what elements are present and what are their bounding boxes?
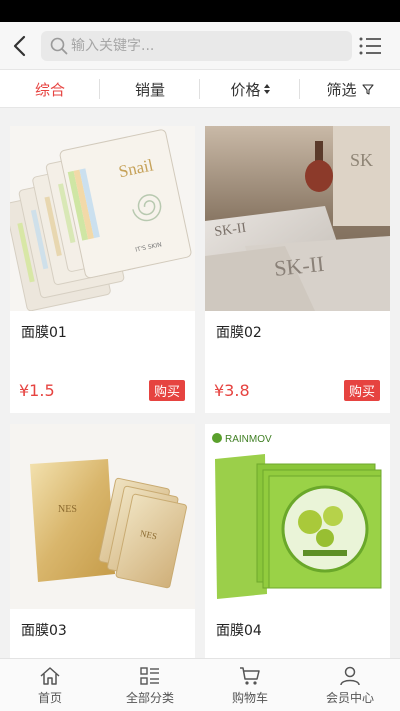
buy-button[interactable]: 购买 [344,380,380,401]
tab-home[interactable]: 首页 [0,659,100,711]
header [0,22,400,70]
bottom-tabbar: 首页 全部分类 购物车 会员中心 [0,658,400,711]
tab-member[interactable]: 会员中心 [300,659,400,711]
tab-label: 会员中心 [325,691,374,705]
svg-text:SK-II: SK-II [273,251,325,281]
filter-icon [361,84,374,95]
tab-cart[interactable]: 购物车 [200,659,300,711]
product-image[interactable]: Snail IT'S SKIN [10,126,195,311]
product-name: 面膜03 [21,623,67,639]
search-box[interactable] [41,31,352,61]
svg-text:RAINMOV: RAINMOV [225,434,272,445]
tab-label: 购物车 [231,691,268,705]
product-card[interactable]: SK SK-II SK-II 面膜02 ¥3.8 购买 [205,126,390,413]
product-card[interactable]: NES NES 面膜03 [10,424,195,658]
product-price: ¥1.5 [19,381,55,400]
status-bar [0,0,400,22]
cart-icon [240,667,260,685]
sort-tab-label: 筛选 [326,80,357,99]
sort-tab-filter[interactable]: 筛选 [300,70,400,108]
product-card[interactable]: RAINMOV 面膜04 [205,424,390,658]
user-icon [340,666,360,686]
sort-tab-label: 销量 [134,80,165,99]
sort-tab-comprehensive[interactable]: 综合 [0,70,100,108]
search-icon [50,37,68,55]
sort-arrows-icon [263,84,270,94]
list-menu-icon [359,37,381,55]
tab-label: 首页 [37,691,62,705]
sort-bar: 综合 销量 价格 筛选 [0,70,400,108]
product-image[interactable]: SK SK-II SK-II [205,126,390,311]
product-name: 面膜02 [216,325,262,341]
product-price: ¥3.8 [214,381,250,400]
back-arrow-icon [13,35,26,57]
product-name: 面膜04 [216,623,262,639]
buy-button[interactable]: 购买 [149,380,185,401]
menu-button[interactable] [358,34,384,58]
tab-label: 全部分类 [125,691,174,705]
sort-tab-label: 综合 [34,80,65,99]
sort-tab-sales[interactable]: 销量 [100,70,200,108]
product-card[interactable]: Snail IT'S SKIN 面膜01 ¥1.5 购买 [10,126,195,413]
sort-tab-price[interactable]: 价格 [200,70,300,108]
sort-tab-label: 价格 [230,80,261,99]
svg-text:SK: SK [350,150,373,170]
svg-text:NES: NES [58,504,77,515]
search-input[interactable] [71,31,341,61]
product-name: 面膜01 [21,325,67,341]
home-icon [40,667,60,685]
tab-categories[interactable]: 全部分类 [100,659,200,711]
category-icon [140,667,159,685]
back-button[interactable] [8,32,34,60]
product-image[interactable]: RAINMOV [205,424,390,609]
product-image[interactable]: NES NES [10,424,195,609]
